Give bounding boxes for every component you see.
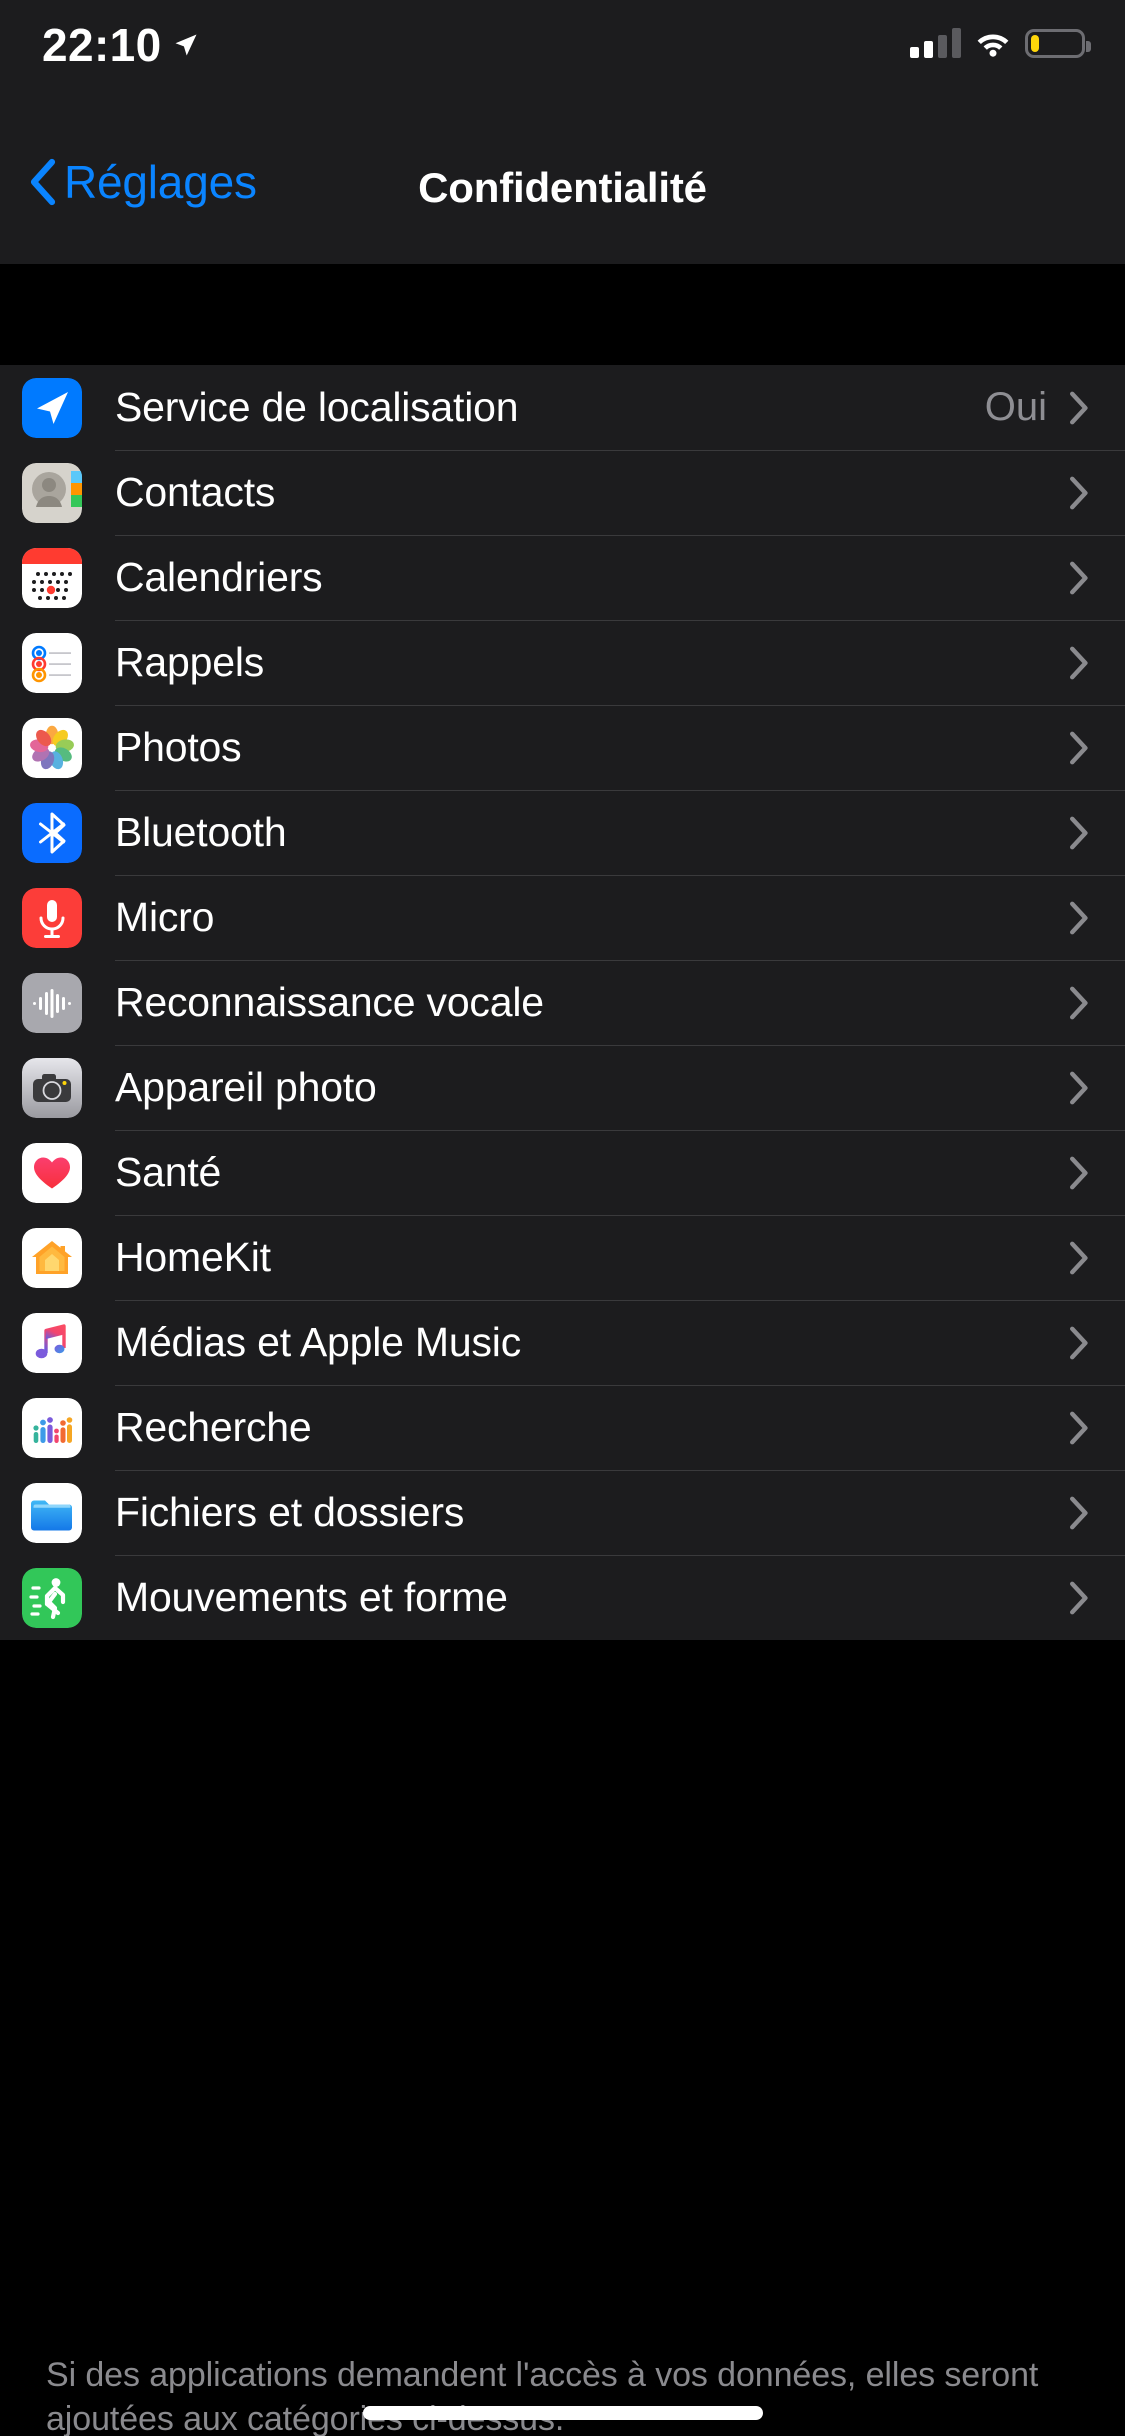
homekit-icon xyxy=(22,1227,82,1288)
chevron-right-icon xyxy=(1070,1326,1088,1359)
status-bar-left: 22:10 xyxy=(42,22,200,68)
list-top-spacer xyxy=(0,264,1125,365)
research-icon xyxy=(22,1397,82,1458)
motion-fitness-icon xyxy=(22,1567,82,1628)
chevron-right-icon xyxy=(1070,391,1088,424)
list-item-label: Recherche xyxy=(115,1404,312,1450)
microphone-icon xyxy=(22,887,82,948)
camera-icon xyxy=(22,1057,82,1118)
chevron-right-icon xyxy=(1070,901,1088,934)
list-item-label: Appareil photo xyxy=(115,1064,377,1110)
list-item-reminders[interactable]: Rappels xyxy=(0,620,1125,705)
list-item-contacts[interactable]: Contacts xyxy=(0,450,1125,535)
list-item-label: Micro xyxy=(115,894,215,940)
list-item-photos[interactable]: Photos xyxy=(0,705,1125,790)
list-item-calendars[interactable]: Calendriers xyxy=(0,535,1125,620)
chevron-right-icon xyxy=(1070,1496,1088,1529)
list-item-camera[interactable]: Appareil photo xyxy=(0,1045,1125,1130)
list-item-speech-recognition[interactable]: Reconnaissance vocale xyxy=(0,960,1125,1045)
list-item-label: Service de localisation xyxy=(115,384,519,430)
health-icon xyxy=(22,1142,82,1203)
page-title: Confidentialité xyxy=(418,164,707,211)
footer-description: Si des applications demandent l'accès à … xyxy=(46,2356,1039,2436)
list-item-label: Rappels xyxy=(115,639,265,685)
files-icon xyxy=(22,1482,82,1543)
chevron-right-icon xyxy=(1070,986,1088,1019)
bluetooth-icon xyxy=(22,802,82,863)
wifi-icon xyxy=(977,34,1009,57)
list-item-bluetooth[interactable]: Bluetooth xyxy=(0,790,1125,875)
chevron-right-icon xyxy=(1070,1156,1088,1189)
list-item-health[interactable]: Santé xyxy=(0,1130,1125,1215)
navigation-bar: Réglages Confidentialité xyxy=(0,132,1125,264)
privacy-settings-list: Service de localisation Oui Contacts Cal… xyxy=(0,365,1125,1640)
list-item-label: Contacts xyxy=(115,469,276,515)
list-item-media-apple-music[interactable]: Médias et Apple Music xyxy=(0,1300,1125,1385)
cellular-signal-icon xyxy=(910,28,961,58)
list-item-motion-fitness[interactable]: Mouvements et forme xyxy=(0,1555,1125,1640)
phone-screen: 22:10 Réglages Confidentialité Service d… xyxy=(0,0,1125,2436)
status-bar-right xyxy=(910,28,1091,58)
list-item-homekit[interactable]: HomeKit xyxy=(0,1215,1125,1300)
list-item-label: Médias et Apple Music xyxy=(115,1319,522,1365)
list-item-label: Mouvements et forme xyxy=(115,1574,508,1620)
calendar-icon xyxy=(22,547,82,608)
status-bar: 22:10 xyxy=(0,0,1125,132)
list-item-value: Oui xyxy=(984,385,1047,429)
battery-icon xyxy=(1025,28,1091,58)
chevron-right-icon xyxy=(1070,646,1088,679)
list-item-label: Fichiers et dossiers xyxy=(115,1489,465,1535)
list-item-files-folders[interactable]: Fichiers et dossiers xyxy=(0,1470,1125,1555)
list-item-research[interactable]: Recherche xyxy=(0,1385,1125,1470)
apple-music-icon xyxy=(22,1312,82,1373)
list-item-label: Bluetooth xyxy=(115,809,287,855)
chevron-right-icon xyxy=(1070,561,1088,594)
reminders-icon xyxy=(22,632,82,693)
list-item-label: Santé xyxy=(115,1149,222,1195)
chevron-right-icon xyxy=(1070,1581,1088,1614)
chevron-right-icon xyxy=(1070,731,1088,764)
list-item-label: Photos xyxy=(115,724,242,770)
chevron-right-icon xyxy=(1070,476,1088,509)
photos-icon xyxy=(22,717,82,778)
chevron-right-icon xyxy=(1070,1411,1088,1444)
contacts-icon xyxy=(22,462,82,523)
chevron-right-icon xyxy=(1070,816,1088,849)
list-item-microphone[interactable]: Micro xyxy=(0,875,1125,960)
chevron-right-icon xyxy=(1070,1071,1088,1104)
list-item-label: Calendriers xyxy=(115,554,323,600)
list-item-label: HomeKit xyxy=(115,1234,271,1280)
list-item-location-services[interactable]: Service de localisation Oui xyxy=(0,365,1125,450)
status-bar-clock: 22:10 xyxy=(42,19,162,71)
speech-recognition-icon xyxy=(22,972,82,1033)
list-item-label: Reconnaissance vocale xyxy=(115,979,544,1025)
chevron-right-icon xyxy=(1070,1241,1088,1274)
home-indicator[interactable] xyxy=(362,2406,763,2420)
location-services-icon xyxy=(22,377,82,438)
location-arrow-icon xyxy=(175,34,197,56)
